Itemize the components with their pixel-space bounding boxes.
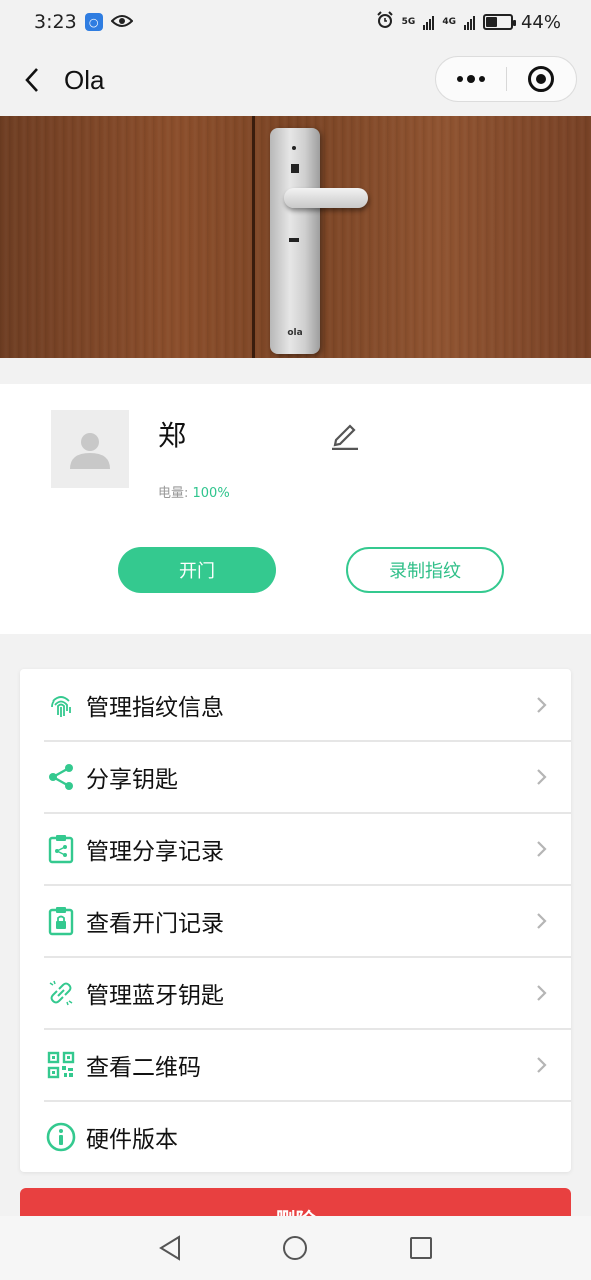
chevron-right-icon bbox=[537, 841, 547, 857]
chevron-right-icon bbox=[537, 913, 547, 929]
close-mini-program-button[interactable] bbox=[507, 57, 577, 101]
menu-item-hardware-version[interactable]: 硬件版本 bbox=[20, 1101, 571, 1173]
menu-item-manage-fingerprints[interactable]: 管理指纹信息 bbox=[20, 669, 571, 741]
menu-item-manage-share-records[interactable]: 管理分享记录 bbox=[20, 813, 571, 885]
menu-item-label: 分享钥匙 bbox=[86, 767, 178, 793]
battery-label: 电量: bbox=[158, 486, 193, 501]
network-5g-label: 5G bbox=[401, 16, 416, 27]
user-placeholder-icon bbox=[70, 433, 110, 469]
status-time: 3:23 bbox=[34, 11, 77, 33]
more-dots-icon bbox=[456, 75, 485, 83]
alarm-icon bbox=[376, 10, 394, 34]
chevron-right-icon bbox=[537, 1057, 547, 1073]
lock-logo: ola bbox=[287, 328, 303, 338]
device-name: 郑 bbox=[158, 419, 187, 452]
clipboard-lock-icon bbox=[46, 906, 76, 936]
chevron-right-icon bbox=[537, 769, 547, 785]
menu-item-share-key[interactable]: 分享钥匙 bbox=[20, 741, 571, 813]
status-bar: 3:23 ○ 5G 4G 44% bbox=[0, 0, 591, 44]
menu-item-label: 管理指纹信息 bbox=[86, 695, 224, 721]
system-navigation-bar bbox=[0, 1216, 591, 1280]
back-button[interactable] bbox=[0, 44, 64, 116]
menu-item-label: 硬件版本 bbox=[86, 1127, 178, 1153]
menu-item-label: 管理蓝牙钥匙 bbox=[86, 983, 224, 1009]
chevron-left-icon bbox=[25, 68, 38, 92]
battery-percent: 44% bbox=[520, 11, 561, 33]
menu-item-view-qr-code[interactable]: 查看二维码 bbox=[20, 1029, 571, 1101]
menu-item-view-open-records[interactable]: 查看开门记录 bbox=[20, 885, 571, 957]
battery-value: 100% bbox=[192, 486, 230, 501]
nav-bar: Ola bbox=[0, 44, 591, 116]
mini-program-capsule bbox=[435, 56, 577, 102]
signal-bars-icon bbox=[463, 14, 475, 30]
open-door-button[interactable]: 开门 bbox=[118, 547, 276, 593]
more-button[interactable] bbox=[436, 57, 506, 101]
page-title: Ola bbox=[64, 64, 105, 95]
share-icon bbox=[46, 762, 76, 792]
system-home-icon[interactable] bbox=[281, 1234, 309, 1262]
menu-item-label: 查看开门记录 bbox=[86, 911, 224, 937]
clipboard-share-icon bbox=[46, 834, 76, 864]
menu-item-manage-bluetooth-keys[interactable]: 管理蓝牙钥匙 bbox=[20, 957, 571, 1029]
door-lock-banner: ola bbox=[0, 116, 591, 358]
target-icon bbox=[528, 66, 555, 92]
app-notification-icon: ○ bbox=[84, 13, 103, 31]
info-icon bbox=[46, 1122, 76, 1152]
avatar bbox=[51, 410, 129, 488]
system-recents-icon[interactable] bbox=[407, 1234, 435, 1262]
edit-pencil-icon[interactable] bbox=[330, 418, 360, 450]
menu-item-label: 查看二维码 bbox=[86, 1055, 201, 1081]
door-gap bbox=[252, 116, 255, 358]
battery-status: 电量: 100% bbox=[158, 482, 230, 501]
system-back-icon[interactable] bbox=[156, 1234, 184, 1262]
lock-handle bbox=[284, 188, 368, 208]
settings-menu: 管理指纹信息 分享钥匙 管理分享记录 查看开门记录 管理蓝牙钥匙 查看二维码 硬… bbox=[20, 669, 571, 1172]
chevron-right-icon bbox=[537, 697, 547, 713]
chevron-right-icon bbox=[537, 985, 547, 1001]
device-card: 郑 电量: 100% 开门 录制指纹 bbox=[0, 384, 591, 634]
fingerprint-icon bbox=[46, 690, 76, 720]
menu-item-label: 管理分享记录 bbox=[86, 839, 224, 865]
battery-icon bbox=[482, 14, 516, 30]
network-4g-label: 4G bbox=[442, 16, 456, 27]
qr-code-icon bbox=[46, 1050, 76, 1080]
link-icon bbox=[46, 978, 76, 1008]
signal-bars-icon bbox=[423, 14, 435, 30]
record-fingerprint-button[interactable]: 录制指纹 bbox=[346, 547, 504, 593]
eye-icon bbox=[110, 11, 134, 33]
smart-lock-image: ola bbox=[270, 128, 320, 354]
